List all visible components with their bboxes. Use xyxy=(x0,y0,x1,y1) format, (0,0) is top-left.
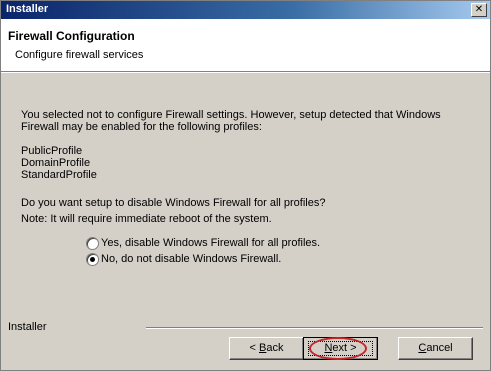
title-bar[interactable]: Installer ✕ xyxy=(1,1,490,19)
radio-yes[interactable] xyxy=(86,237,99,250)
firewall-message: You selected not to configure Firewall s… xyxy=(21,109,441,133)
back-button[interactable]: < Back xyxy=(229,337,304,360)
profile-list: PublicProfile DomainProfile StandardProf… xyxy=(21,145,97,181)
firewall-radio-group: Yes, disable Windows Firewall for all pr… xyxy=(86,237,320,268)
radio-selected-dot xyxy=(90,257,95,262)
page-title: Firewall Configuration xyxy=(8,29,135,43)
close-icon: ✕ xyxy=(474,4,484,15)
footer-divider xyxy=(146,327,483,329)
question-block: Do you want setup to disable Windows Fir… xyxy=(21,197,325,225)
wizard-header: Firewall Configuration Configure firewal… xyxy=(1,19,490,72)
radio-no-label[interactable]: No, do not disable Windows Firewall. xyxy=(101,253,281,265)
installer-window: Installer ✕ Firewall Configuration Confi… xyxy=(0,0,491,371)
back-arrow: < xyxy=(249,342,259,354)
profile-item: PublicProfile xyxy=(21,145,83,157)
cancel-label: ancel xyxy=(426,342,453,354)
close-button[interactable]: ✕ xyxy=(471,3,487,17)
radio-yes-label[interactable]: Yes, disable Windows Firewall for all pr… xyxy=(101,237,320,249)
page-subtitle: Configure firewall services xyxy=(15,49,144,61)
cancel-button[interactable]: Cancel xyxy=(398,337,473,360)
radio-no[interactable] xyxy=(86,253,99,266)
radio-option-yes[interactable]: Yes, disable Windows Firewall for all pr… xyxy=(86,237,320,253)
back-label: ack xyxy=(266,342,284,354)
reboot-note: Note: It will require immediate reboot o… xyxy=(21,213,272,225)
header-divider xyxy=(1,72,490,73)
profile-item: StandardProfile xyxy=(21,169,97,181)
radio-option-no[interactable]: No, do not disable Windows Firewall. xyxy=(86,253,320,268)
footer-brand-label: Installer xyxy=(8,321,47,333)
profile-item: DomainProfile xyxy=(21,157,91,169)
next-highlight-ring xyxy=(309,337,367,360)
disable-question: Do you want setup to disable Windows Fir… xyxy=(21,197,326,209)
window-title: Installer xyxy=(6,3,49,15)
